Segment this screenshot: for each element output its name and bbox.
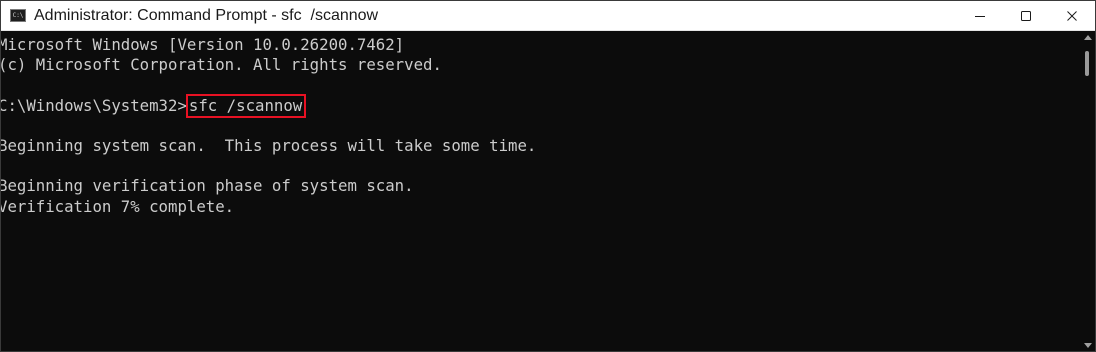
- window-title: Administrator: Command Prompt - sfc /sca…: [34, 6, 379, 24]
- console-line: Verification 7% complete.: [1, 196, 235, 216]
- window-controls: [957, 1, 1095, 30]
- console-output[interactable]: Microsoft Windows [Version 10.0.26200.74…: [1, 31, 1081, 351]
- minimize-icon: [975, 15, 985, 17]
- console-line: Microsoft Windows [Version 10.0.26200.74…: [1, 35, 405, 54]
- scroll-up-arrow-icon[interactable]: [1084, 35, 1092, 40]
- maximize-button[interactable]: [1003, 1, 1049, 30]
- maximize-icon: [1021, 10, 1031, 21]
- console-line: Beginning system scan. This process will…: [1, 135, 537, 155]
- command-prompt-window: C:\ Administrator: Command Prompt - sfc …: [0, 0, 1096, 352]
- minimize-button[interactable]: [957, 1, 1003, 30]
- close-button[interactable]: [1049, 1, 1095, 30]
- scroll-down-arrow-icon[interactable]: [1084, 343, 1092, 348]
- command-prompt-app-icon[interactable]: C:\: [10, 9, 26, 22]
- console-line: Beginning verification phase of system s…: [1, 176, 414, 196]
- vertical-scrollbar[interactable]: [1079, 31, 1095, 351]
- close-icon: [1067, 10, 1077, 21]
- command-prompt-path: C:\Windows\System32>: [1, 95, 187, 115]
- scroll-thumb[interactable]: [1085, 51, 1089, 76]
- title-bar[interactable]: C:\ Administrator: Command Prompt - sfc …: [1, 1, 1095, 31]
- highlighted-command: sfc /scannow: [185, 93, 307, 118]
- command-line: C:\Windows\System32> sfc /scannow: [1, 93, 1078, 118]
- console-line: (c) Microsoft Corporation. All rights re…: [1, 55, 442, 75]
